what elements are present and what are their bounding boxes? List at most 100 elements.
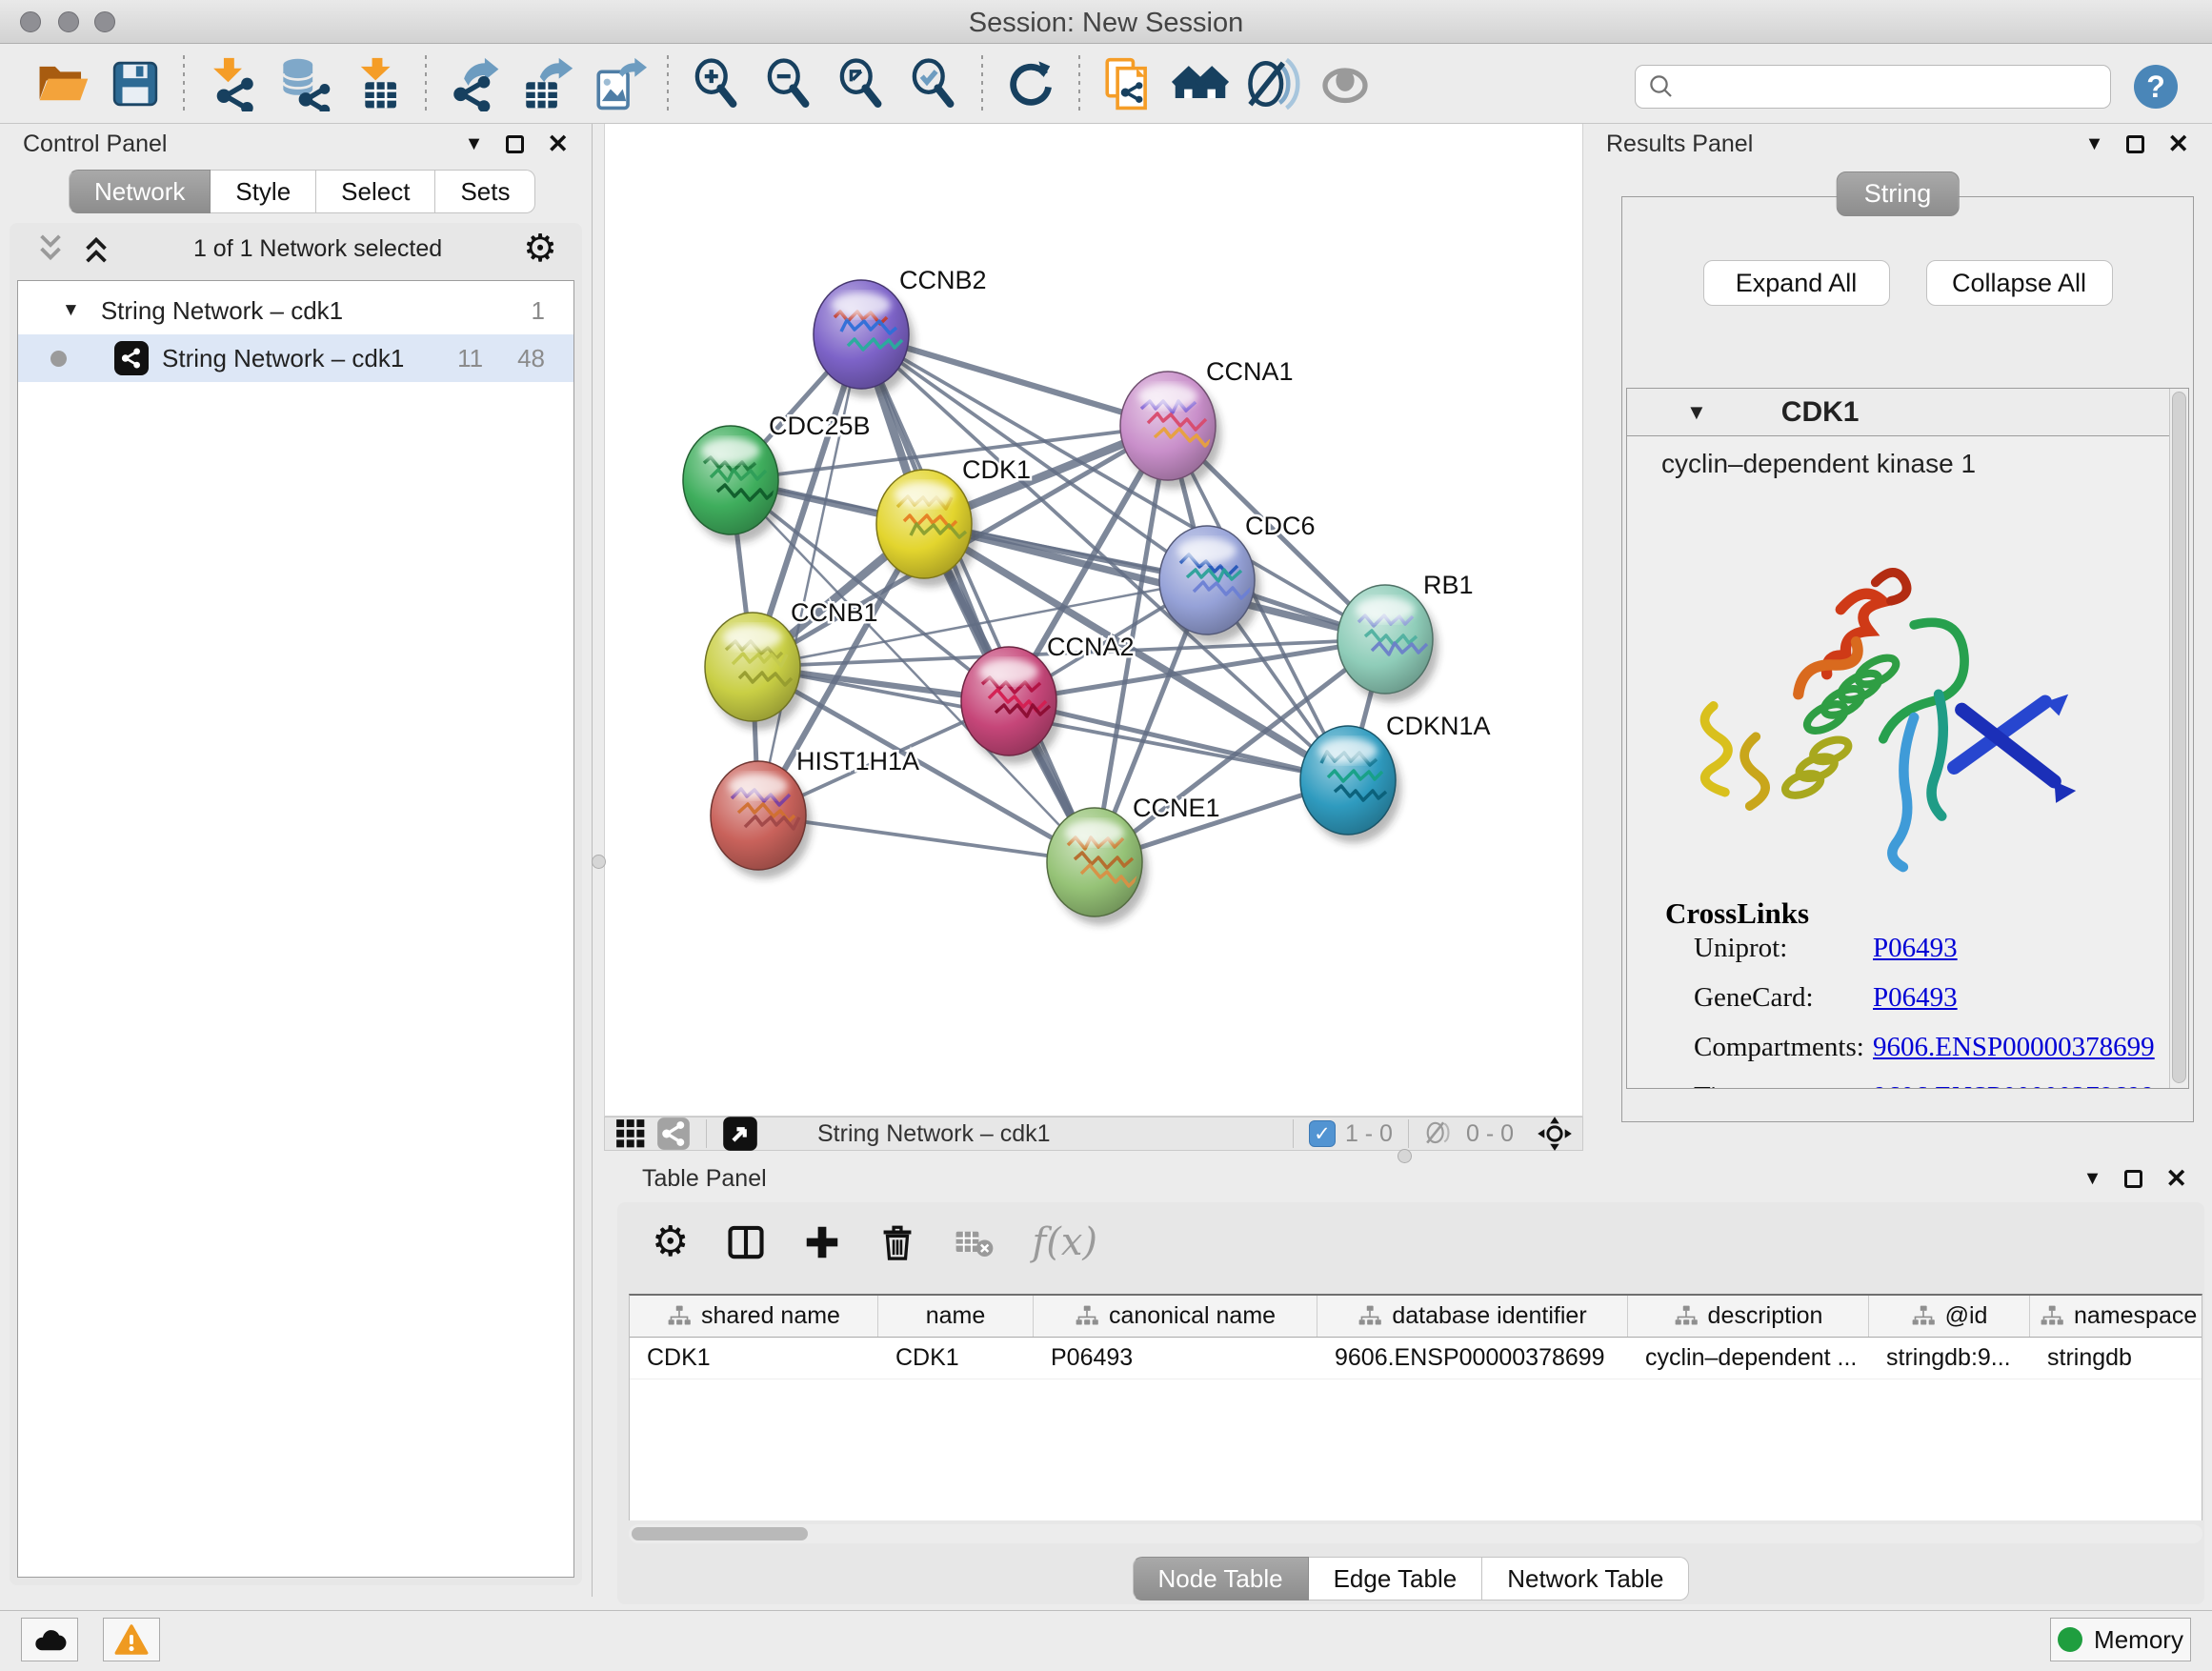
column-header[interactable]: description — [1628, 1296, 1869, 1337]
scrollbar-thumb[interactable] — [2172, 392, 2186, 1083]
table-row[interactable]: CDK1 CDK1 P06493 9606.ENSP00000378699 cy… — [630, 1338, 2202, 1379]
crosslink-link[interactable]: P06493 — [1873, 933, 1958, 964]
cell-database-identifier[interactable]: 9606.ENSP00000378699 — [1317, 1338, 1628, 1379]
cell-description[interactable]: cyclin–dependent ... — [1628, 1338, 1869, 1379]
show-columns-icon[interactable] — [725, 1221, 767, 1263]
export-network-icon[interactable] — [445, 54, 504, 113]
crosslink-link[interactable]: P06493 — [1873, 982, 1958, 1014]
search-input[interactable] — [1683, 68, 2110, 106]
export-image-icon[interactable] — [590, 54, 649, 113]
hide-glass-icon[interactable] — [1243, 54, 1302, 113]
show-eye-icon[interactable] — [1316, 54, 1375, 113]
open-session-icon[interactable] — [33, 54, 92, 113]
column-header[interactable]: name — [878, 1296, 1034, 1337]
network-edge[interactable] — [758, 334, 861, 815]
network-collection-row[interactable]: ▼ String Network – cdk1 1 — [18, 287, 573, 334]
column-header[interactable]: @id — [1869, 1296, 2030, 1337]
save-session-icon[interactable] — [106, 54, 165, 113]
collapse-all-button[interactable]: Collapse All — [1926, 260, 2113, 306]
table-horizontal-scrollbar[interactable] — [629, 1524, 2202, 1543]
expand-all-button[interactable]: Expand All — [1703, 260, 1890, 306]
panel-close-icon[interactable]: ✕ — [2167, 131, 2189, 157]
crosslink-link[interactable]: 9606.ENSP00000378699 — [1873, 1081, 2155, 1088]
export-table-icon[interactable] — [517, 54, 576, 113]
cloud-status-button[interactable] — [21, 1618, 78, 1661]
column-header[interactable]: canonical name — [1034, 1296, 1317, 1337]
import-network-from-database-icon[interactable] — [275, 54, 334, 113]
network-node[interactable]: RB1 — [1337, 571, 1474, 702]
center-view-icon[interactable] — [1537, 1116, 1573, 1152]
string-copy-network-icon[interactable] — [1098, 54, 1157, 113]
network-node[interactable]: CDKN1A — [1300, 712, 1491, 843]
network-edge[interactable] — [861, 334, 1095, 862]
gear-icon[interactable]: ⚙ — [523, 230, 557, 268]
expand-all-icon[interactable] — [80, 231, 112, 267]
panel-menu-icon[interactable]: ▼ — [2085, 133, 2104, 155]
network-node[interactable]: CDC25B — [683, 412, 871, 543]
string-settings-houses-icon[interactable] — [1171, 54, 1230, 113]
cell-shared-name[interactable]: CDK1 — [630, 1338, 878, 1379]
section-collapse-icon[interactable]: ▼ — [1686, 400, 1707, 425]
splitter-handle[interactable] — [592, 855, 606, 869]
node-result-header[interactable]: ▼ CDK1 — [1627, 389, 2188, 436]
tab-select[interactable]: Select — [316, 170, 435, 213]
import-table-from-file-icon[interactable] — [348, 54, 407, 113]
delete-column-trash-icon[interactable] — [877, 1222, 917, 1262]
string-results-tab[interactable]: String — [1837, 171, 1960, 216]
panel-float-icon[interactable] — [2126, 135, 2144, 153]
panel-close-icon[interactable]: ✕ — [2165, 1166, 2187, 1192]
cell-name[interactable]: CDK1 — [878, 1338, 1034, 1379]
column-header[interactable]: database identifier — [1317, 1296, 1628, 1337]
network-canvas[interactable]: CCNB2CCNA1CDC25BCDK1CDC6RB1CCNB1CCNA2CDK… — [604, 124, 1583, 1117]
tab-node-table[interactable]: Node Table — [1133, 1557, 1309, 1601]
column-header[interactable]: shared name — [630, 1296, 878, 1337]
network-node[interactable]: HIST1H1A — [711, 747, 919, 878]
search-field[interactable] — [1635, 65, 2111, 109]
network-row-selected[interactable]: String Network – cdk1 11 48 — [18, 334, 573, 382]
cell-namespace[interactable]: stringdb — [2030, 1338, 2202, 1379]
memory-button[interactable]: Memory — [2050, 1618, 2191, 1661]
network-node[interactable]: CDC6 — [1159, 512, 1316, 643]
tab-network-table[interactable]: Network Table — [1482, 1557, 1689, 1601]
scrollbar-thumb[interactable] — [632, 1527, 808, 1540]
network-node[interactable]: CCNB2 — [814, 266, 987, 397]
hierarchy-icon — [1674, 1304, 1699, 1329]
zoom-in-icon[interactable] — [687, 54, 746, 113]
function-builder-icon[interactable]: f(x) — [1032, 1220, 1097, 1264]
collapse-all-icon[interactable] — [34, 231, 67, 267]
delete-table-icon[interactable] — [954, 1223, 995, 1261]
network-node[interactable]: CCNE1 — [1047, 794, 1220, 925]
help-button[interactable]: ? — [2134, 65, 2178, 109]
network-view-icon[interactable] — [656, 1117, 691, 1151]
tab-sets[interactable]: Sets — [435, 170, 535, 213]
results-scrollbar[interactable] — [2169, 389, 2188, 1088]
selected-checkbox[interactable]: ✓ — [1309, 1120, 1336, 1147]
grid-view-icon[interactable] — [614, 1117, 647, 1150]
refresh-icon[interactable] — [1001, 54, 1060, 113]
cell-canonical-name[interactable]: P06493 — [1034, 1338, 1317, 1379]
network-node[interactable]: CCNA1 — [1120, 357, 1294, 489]
panel-menu-icon[interactable]: ▼ — [465, 133, 484, 155]
zoom-out-icon[interactable] — [759, 54, 818, 113]
zoom-selected-icon[interactable] — [904, 54, 963, 113]
import-network-from-file-icon[interactable] — [203, 54, 262, 113]
panel-float-icon[interactable] — [506, 135, 524, 153]
birdseye-view-icon[interactable] — [722, 1116, 758, 1152]
create-column-plus-icon[interactable] — [803, 1223, 841, 1261]
tree-expand-icon[interactable]: ▼ — [62, 300, 80, 321]
column-header[interactable]: namespace — [2030, 1296, 2202, 1337]
zoom-fit-icon[interactable] — [832, 54, 891, 113]
tab-style[interactable]: Style — [211, 170, 316, 213]
panel-close-icon[interactable]: ✕ — [547, 131, 569, 157]
tab-network[interactable]: Network — [69, 170, 211, 213]
tab-edge-table[interactable]: Edge Table — [1309, 1557, 1483, 1601]
cell-id[interactable]: stringdb:9... — [1869, 1338, 2030, 1379]
warning-status-button[interactable] — [103, 1618, 160, 1661]
network-graph[interactable]: CCNB2CCNA1CDC25BCDK1CDC6RB1CCNB1CCNA2CDK… — [605, 124, 1582, 1115]
panel-float-icon[interactable] — [2124, 1170, 2142, 1188]
panel-menu-icon[interactable]: ▼ — [2083, 1168, 2102, 1190]
network-node[interactable]: CCNA2 — [961, 633, 1135, 764]
crosslink-link[interactable]: 9606.ENSP00000378699 — [1873, 1032, 2155, 1063]
hidden-eye-slash-icon[interactable] — [1424, 1119, 1457, 1148]
table-settings-gear-icon[interactable]: ⚙ — [652, 1221, 689, 1263]
